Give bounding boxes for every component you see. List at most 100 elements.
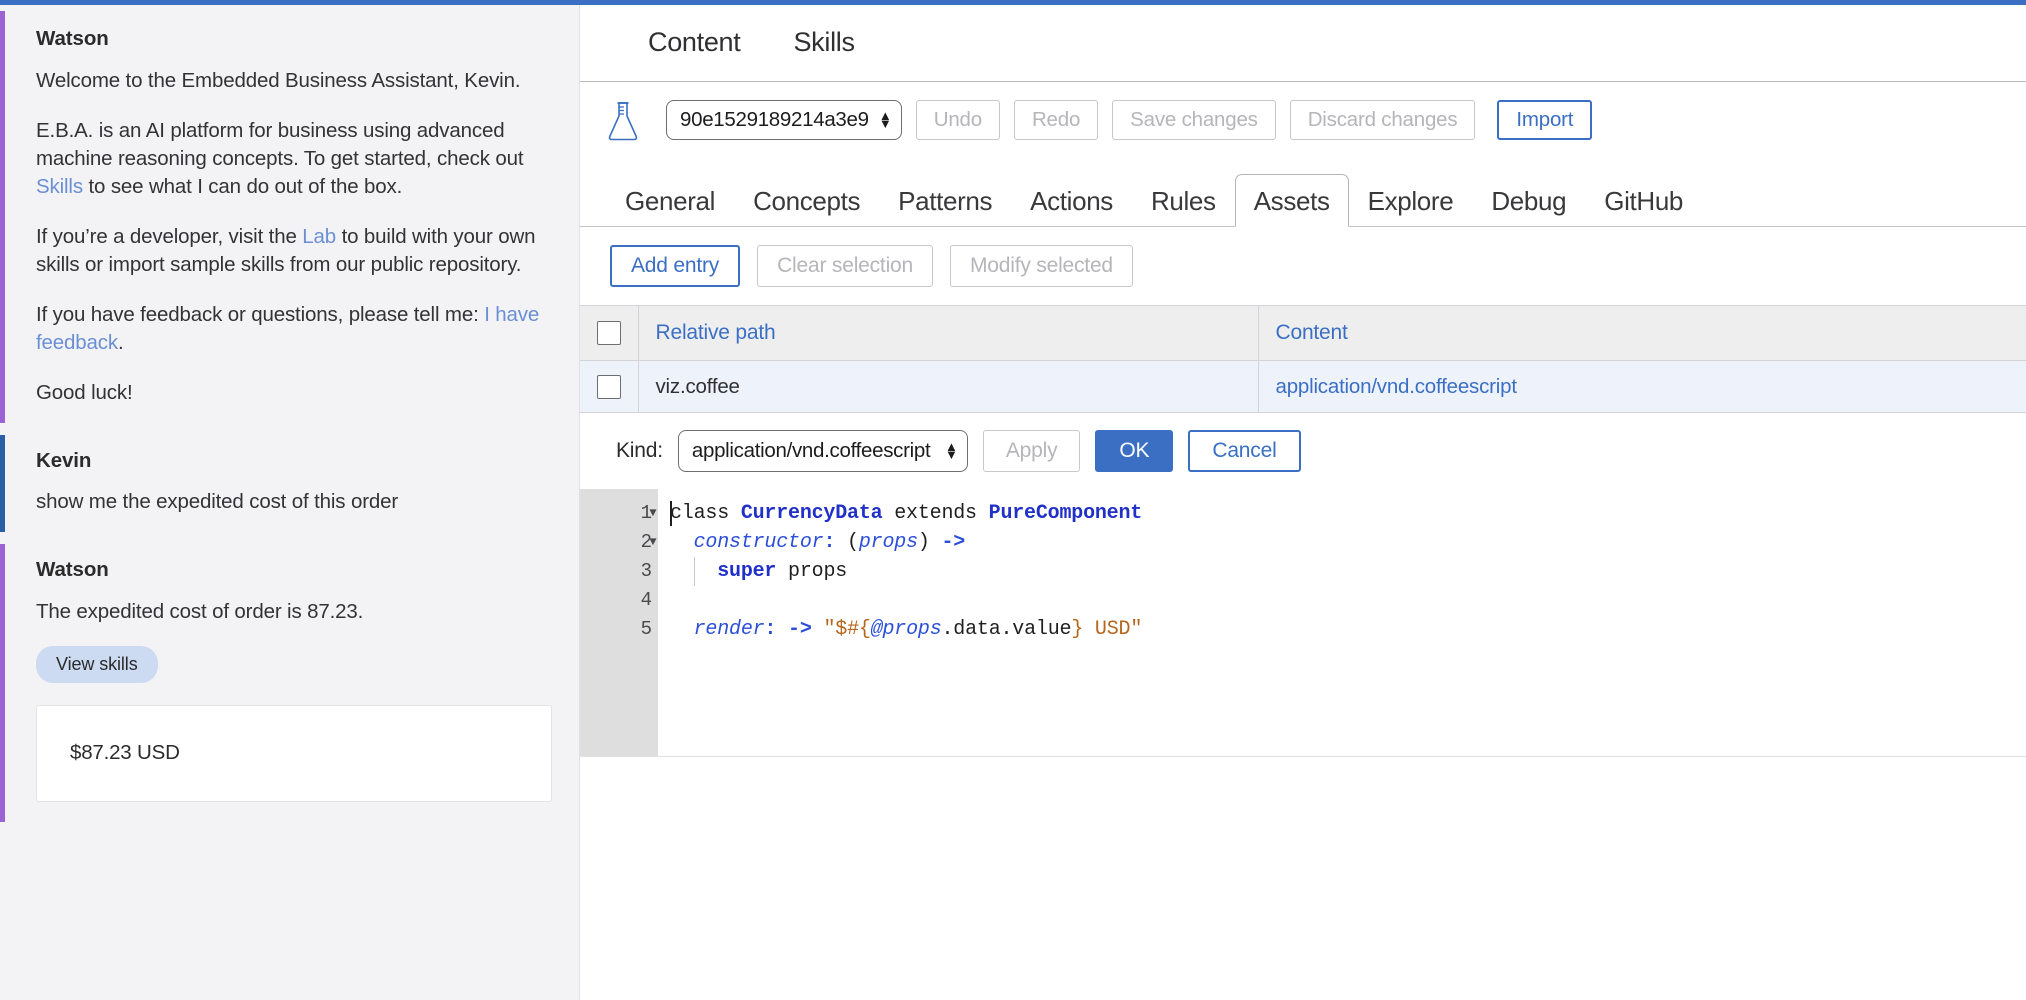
message-author: Watson [36,27,109,50]
column-header-relative-path: Relative path [638,305,1259,361]
lab-link[interactable]: Lab [302,225,336,248]
section-tab-concepts[interactable]: Concepts [734,187,879,226]
sort-content-link[interactable]: Content [1276,321,1348,344]
sort-relative-path-link[interactable]: Relative path [656,321,776,344]
model-select[interactable]: 90e1529189214a3e9 ▲ ▼ [666,100,902,140]
message-paragraph: E.B.A. is an AI platform for business us… [36,117,545,201]
section-tab-assets[interactable]: Assets [1234,174,1349,227]
app-root: Watson Welcome to the Embedded Business … [0,0,2026,1000]
select-all-checkbox[interactable] [597,321,621,345]
line-number-text: 4 [640,589,652,611]
editor-footer-space [580,757,2026,1000]
relative-path-value: viz.coffee [655,374,740,398]
model-toolbar: 90e1529189214a3e9 ▲ ▼ Undo Redo Save chan… [580,82,2026,158]
view-skills-button[interactable]: View skills [36,645,158,683]
modify-selected-button[interactable]: Modify selected [950,245,1133,287]
editor-gutter: 1 ▼ 2 ▼ 3 4 5 [580,489,658,756]
assets-table-body: viz.coffee application/vnd.coffeescript [580,360,2026,413]
line-number-text: 5 [640,618,652,640]
redo-button[interactable]: Redo [1013,100,1099,140]
cell-relative-path: viz.coffee [638,360,1259,413]
code-editor[interactable]: 1 ▼ 2 ▼ 3 4 5 class CurrencyData extends… [580,489,2026,757]
line-number: 1 ▼ [580,499,658,528]
ok-button[interactable]: OK [1095,430,1174,472]
column-header-content: Content [1258,306,2026,361]
paragraph-text: show me the expedited cost of this order [36,490,399,513]
paragraph-text: The expedited cost of order is 87.23. [36,599,364,623]
kind-edit-row: Kind: application/vnd.coffeescript ▲ ▼ Ap… [580,413,2026,489]
paragraph-text: to see what I can do out of the box. [82,174,403,198]
indent-guide [694,557,695,586]
model-select-value: 90e1529189214a3e9 [680,108,869,131]
row-select-cell [580,360,639,413]
section-tab-rules[interactable]: Rules [1132,187,1235,226]
select-all-cell [580,305,639,361]
tab-content[interactable]: Content [648,27,741,60]
chat-message-watson-answer: Watson The expedited cost of order is 87… [0,538,579,828]
paragraph-text: Good luck! [36,380,133,404]
kind-label: Kind: [616,439,663,462]
message-paragraph: If you have feedback or questions, pleas… [36,301,545,357]
save-changes-button[interactable]: Save changes [1112,100,1276,140]
line-number-text: 3 [640,560,652,582]
message-paragraph: If you’re a developer, visit the Lab to … [36,223,545,279]
assets-table-head: Relative path Content [580,305,2026,361]
section-tab-patterns[interactable]: Patterns [879,187,1011,226]
main-panel: Content Skills 90e1529189214a3e9 ▲ ▼ Und… [580,0,2026,1000]
chat-message-watson-welcome: Watson Welcome to the Embedded Business … [0,5,579,429]
result-card: $87.23 USD [36,704,552,802]
undo-button[interactable]: Undo [915,100,1000,140]
result-card-value: $87.23 USD [70,741,180,764]
section-tab-explore[interactable]: Explore [1349,187,1473,226]
add-entry-button[interactable]: Add entry [610,245,741,287]
cell-content: application/vnd.coffeescript [1258,361,2026,413]
flask-icon [606,100,640,141]
message-paragraph: Welcome to the Embedded Business Assista… [36,67,545,95]
message-author: Watson [36,558,109,581]
code-line-3: super props [717,560,848,583]
text-cursor [670,501,672,526]
line-number: 4 [580,586,658,615]
section-tab-debug[interactable]: Debug [1472,187,1585,226]
table-row[interactable]: viz.coffee application/vnd.coffeescript [580,360,2026,413]
entry-action-bar: Add entry Clear selection Modify selecte… [580,227,2026,305]
section-tab-general[interactable]: General [606,187,734,226]
message-accent-bar [0,544,5,822]
message-accent-bar [0,434,5,532]
code-line-5: render: -> "$#{@props.data.value} USD" [693,618,1143,641]
paragraph-text: If you’re a developer, visit the [36,224,303,248]
content-type-link[interactable]: application/vnd.coffeescript [1276,375,1518,398]
import-button[interactable]: Import [1497,100,1593,140]
chat-message-kevin-query: Kevin show me the expedited cost of this… [0,429,579,539]
message-paragraph: show me the expedited cost of this order [36,488,545,516]
spinner-arrows-icon: ▲ ▼ [878,107,892,131]
paragraph-text: E.B.A. is an AI platform for business us… [36,118,524,170]
apply-button[interactable]: Apply [982,430,1081,472]
tab-skills[interactable]: Skills [793,27,855,60]
message-author: Kevin [36,448,92,472]
message-paragraph: Good luck! [36,379,545,407]
line-number: 5 [580,615,658,644]
top-tab-bar: Content Skills [580,5,2026,82]
paragraph-text: Welcome to the Embedded Business Assista… [36,68,521,92]
spinner-arrows-icon: ▲ ▼ [945,438,958,462]
clear-selection-button[interactable]: Clear selection [757,245,933,287]
kind-select-value: application/vnd.coffeescript [691,439,931,462]
cancel-button[interactable]: Cancel [1188,430,1301,472]
discard-changes-button[interactable]: Discard changes [1289,100,1476,140]
section-tab-actions[interactable]: Actions [1011,187,1132,226]
message-accent-bar [0,11,5,423]
table-header-row: Relative path Content [580,305,2026,361]
section-tab-github[interactable]: GitHub [1585,187,1702,226]
row-checkbox[interactable] [597,374,621,399]
paragraph-text: . [118,330,124,354]
chat-panel: Watson Welcome to the Embedded Business … [0,0,580,1000]
line-number: 3 [580,557,658,586]
paragraph-text: If you have feedback or questions, pleas… [36,302,485,326]
kind-select[interactable]: application/vnd.coffeescript ▲ ▼ [677,430,968,472]
editor-code-area[interactable]: class CurrencyData extends PureComponent… [658,489,2026,756]
code-line-1: class CurrencyData extends PureComponent [670,502,1143,525]
skills-link[interactable]: Skills [36,175,83,198]
section-tab-bar: General Concepts Patterns Actions Rules … [580,158,2026,227]
